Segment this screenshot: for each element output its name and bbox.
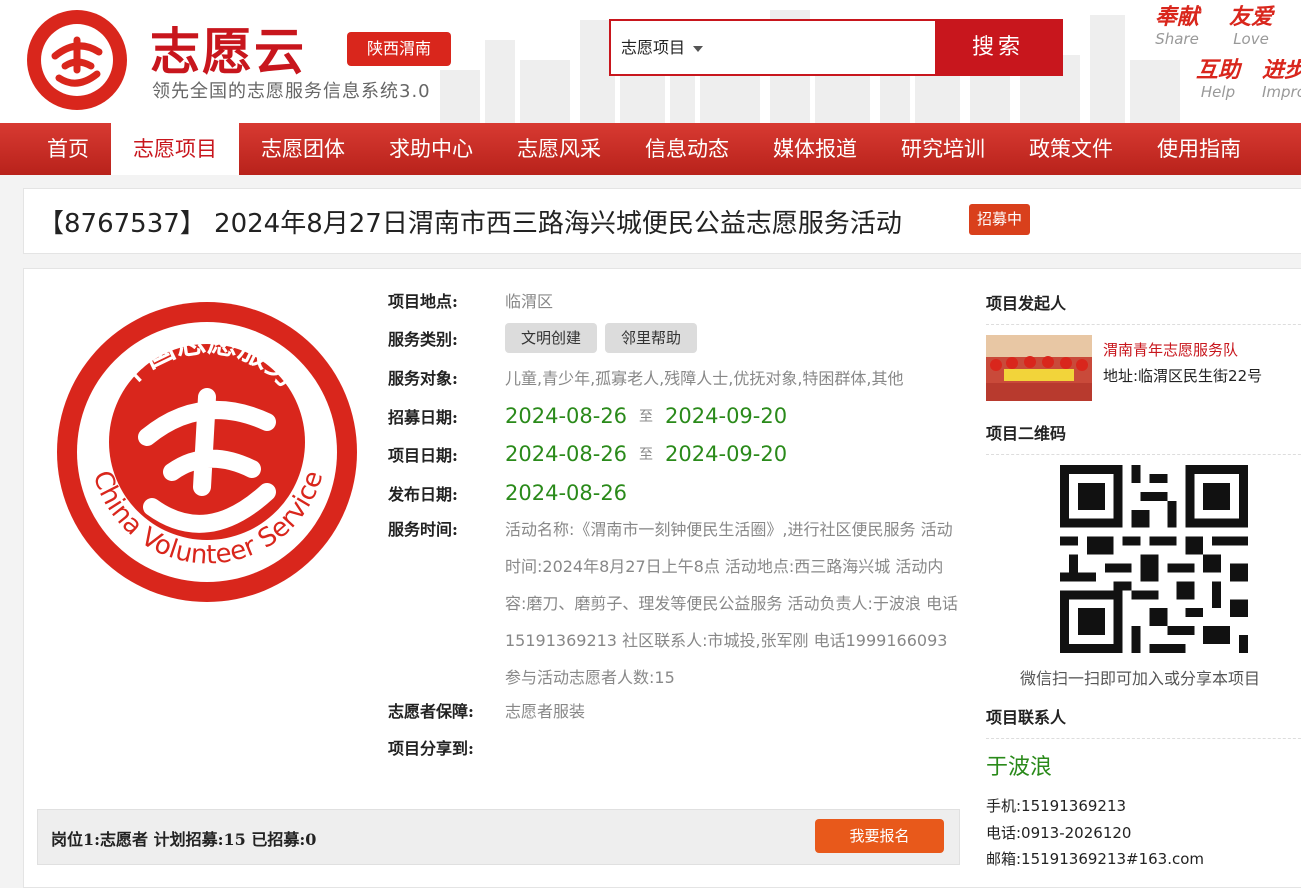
motto-cn: 友爱 [1229, 5, 1274, 30]
team-address: 地址:临渭区民生街22号 [1103, 367, 1263, 385]
nav-media[interactable]: 媒体报道 [751, 123, 879, 175]
publish-date: 2024-08-26 [505, 481, 628, 505]
project-date-label: 项目日期: [388, 446, 458, 465]
target-label: 服务对象: [388, 369, 458, 388]
nav-policy[interactable]: 政策文件 [1007, 123, 1135, 175]
qr-heading: 项目二维码 [986, 413, 1301, 455]
qr-code [1060, 465, 1248, 653]
nav-projects[interactable]: 志愿项目 [111, 123, 239, 175]
location-label: 项目地点: [388, 292, 458, 311]
publish-date-label: 发布日期: [388, 485, 458, 504]
nav-groups[interactable]: 志愿团体 [239, 123, 367, 175]
nav-home[interactable]: 首页 [25, 123, 111, 175]
project-date-row: 项目日期: 2024-08-26 至 2024-09-20 [388, 435, 968, 473]
motto-improve: 进步 Improve [1262, 59, 1301, 101]
motto-help: 互助 Help [1196, 58, 1241, 102]
guarantee-value: 志愿者服装 [505, 702, 586, 721]
project-details: 项目地点: 临渭区 服务类别: 文明创建 邻里帮助 服务对象: 儿童,青少年,孤… [388, 281, 968, 766]
recruit-start: 2024-08-26 [505, 404, 628, 428]
sidebar: 项目发起人 渭南青年志愿服务队 地址:临渭区民生街22号 项目二维码 微信扫一扫… [986, 269, 1301, 868]
motto-share: 奉献 Share [1155, 5, 1200, 49]
project-title: 【8767537】 2024年8月27日渭南市西三路海兴城便民公益志愿服务活动 [38, 209, 902, 239]
recruit-end: 2024-09-20 [665, 404, 788, 428]
service-time-row: 服务时间: 活动名称:《渭南市一刻钟便民生活圈》,进行社区便民服务 活动时间:2… [388, 517, 968, 696]
target-row: 服务对象: 儿童,青少年,孤寡老人,残障人士,优抚对象,特困群体,其他 [388, 357, 968, 397]
contact-email: 邮箱:15191369213#163.com [986, 850, 1205, 868]
china-volunteer-service-logo: 中国志愿服务 China Volunteer Service [57, 302, 357, 602]
motto-en: Help [1200, 83, 1236, 101]
site-header: 志愿云 陕西渭南 领先全国的志愿服务信息系统3.0 志愿项目 搜索 奉献 Sha… [0, 0, 1301, 123]
service-time-label: 服务时间: [388, 520, 458, 539]
nav-help-center[interactable]: 求助中心 [367, 123, 495, 175]
project-detail-panel: 中国志愿服务 China Volunteer Service 项目地点: 临渭区… [23, 268, 1301, 888]
status-badge: 招募中 [969, 204, 1030, 235]
motto-cn: 进步 [1262, 59, 1301, 83]
motto-love: 友爱 Love [1229, 5, 1274, 49]
nav-showcase[interactable]: 志愿风采 [495, 123, 623, 175]
nav-news[interactable]: 信息动态 [623, 123, 751, 175]
service-time-value: 活动名称:《渭南市一刻钟便民生活圈》,进行社区便民服务 活动时间:2024年8月… [505, 520, 958, 687]
recruit-date-row: 招募日期: 2024-08-26 至 2024-09-20 [388, 397, 968, 435]
share-row: 项目分享到: [388, 728, 968, 766]
guarantee-row: 志愿者保障: 志愿者服装 [388, 692, 968, 728]
motto-en: Improve [1262, 83, 1301, 101]
target-value: 儿童,青少年,孤寡老人,残障人士,优抚对象,特困群体,其他 [505, 369, 904, 388]
category-tag[interactable]: 文明创建 [505, 323, 598, 353]
site-logo[interactable] [25, 8, 129, 112]
share-label: 项目分享到: [388, 739, 474, 758]
main-nav: 首页 志愿项目 志愿团体 求助中心 志愿风采 信息动态 媒体报道 研究培训 政策… [0, 123, 1301, 175]
location-value: 临渭区 [505, 292, 554, 311]
project-start: 2024-08-26 [505, 442, 628, 466]
region-switch[interactable]: 陕西渭南 [347, 32, 451, 66]
search-scope-select[interactable]: 志愿项目 [621, 21, 704, 74]
to-text: 至 [639, 447, 654, 463]
project-title-bar: 【8767537】 2024年8月27日渭南市西三路海兴城便民公益志愿服务活动 … [23, 188, 1301, 254]
nav-research[interactable]: 研究培训 [879, 123, 1007, 175]
publish-date-row: 发布日期: 2024-08-26 [388, 473, 968, 513]
initiator-heading: 项目发起人 [986, 283, 1301, 325]
motto-en: Love [1233, 30, 1269, 48]
qr-tip: 微信扫一扫即可加入或分享本项目 [1020, 669, 1261, 688]
motto-en: Share [1155, 30, 1199, 48]
search-scope-label: 志愿项目 [621, 38, 686, 57]
position-bar: 岗位1:志愿者 计划招募:15 已招募:0 我要报名 [37, 809, 960, 865]
team-photo[interactable] [986, 335, 1092, 401]
project-end: 2024-09-20 [665, 442, 788, 466]
motto-cn: 互助 [1196, 58, 1241, 83]
motto-cn: 奉献 [1155, 5, 1200, 30]
guarantee-label: 志愿者保障: [388, 702, 474, 721]
team-name-link[interactable]: 渭南青年志愿服务队 [1103, 339, 1238, 360]
category-tag[interactable]: 邻里帮助 [605, 323, 698, 353]
chevron-down-icon [693, 45, 704, 52]
brand-name: 志愿云 [150, 22, 306, 81]
category-label: 服务类别: [388, 330, 458, 349]
location-row: 项目地点: 临渭区 [388, 281, 968, 319]
contact-name: 于波浪 [986, 755, 1053, 780]
nav-guide[interactable]: 使用指南 [1135, 123, 1263, 175]
search-box: 志愿项目 搜索 [609, 19, 1063, 76]
contact-heading: 项目联系人 [986, 697, 1301, 739]
site-slogan: 领先全国的志愿服务信息系统3.0 [152, 81, 431, 102]
position-info: 岗位1:志愿者 计划招募:15 已招募:0 [51, 830, 317, 849]
signup-button[interactable]: 我要报名 [815, 819, 944, 853]
contact-mobile: 手机:15191369213 [986, 797, 1127, 815]
contact-phone: 电话:0913-2026120 [986, 824, 1132, 842]
category-row: 服务类别: 文明创建 邻里帮助 [388, 319, 968, 357]
recruit-date-label: 招募日期: [388, 408, 458, 427]
to-text: 至 [639, 409, 654, 425]
search-button[interactable]: 搜索 [935, 21, 1061, 74]
